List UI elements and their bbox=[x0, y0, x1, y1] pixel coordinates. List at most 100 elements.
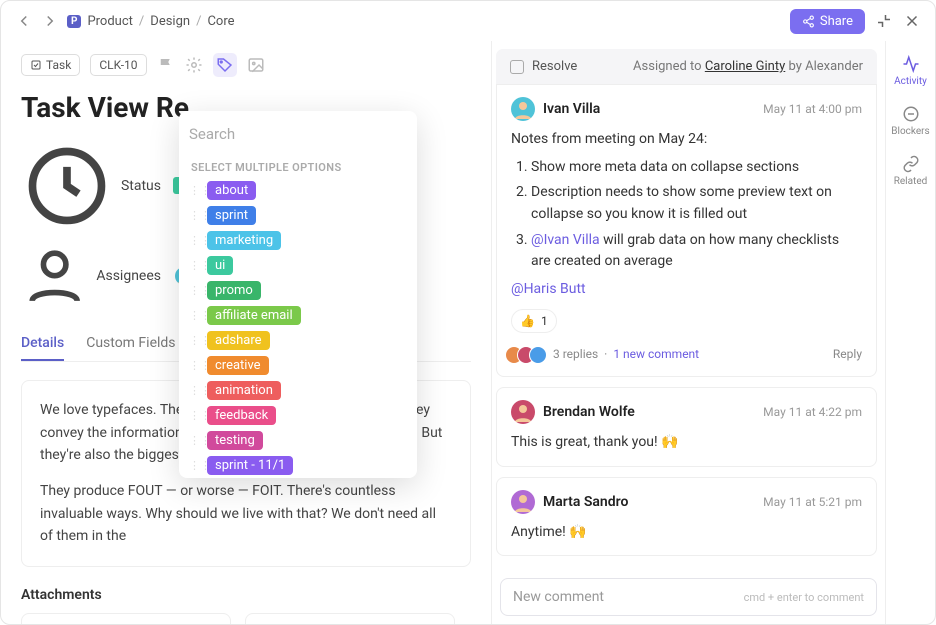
collapse-icon[interactable] bbox=[875, 12, 893, 30]
new-comment-count[interactable]: 1 new comment bbox=[613, 345, 699, 364]
mention[interactable]: @Haris Butt bbox=[511, 279, 862, 301]
assigned-to-name[interactable]: Caroline Ginty bbox=[705, 59, 785, 74]
tag-label: creative bbox=[207, 356, 269, 375]
tag-option[interactable]: ⋮⋮ ui bbox=[179, 253, 417, 278]
topbar: P Product / Design / Core Share bbox=[1, 1, 935, 41]
rail-blockers[interactable]: Blockers bbox=[891, 105, 929, 137]
comments-panel: Resolve Assigned to Caroline Ginty by Al… bbox=[491, 41, 885, 624]
reaction-emoji: 👍 bbox=[520, 312, 535, 331]
comments-list: Ivan Villa May 11 at 4:00 pm Notes from … bbox=[492, 85, 885, 570]
comment: Marta Sandro May 11 at 5:21 pm Anytime! … bbox=[496, 477, 877, 557]
tag-option[interactable]: ⋮⋮adshare bbox=[179, 328, 417, 353]
tag-label: testing bbox=[207, 431, 263, 450]
rail-label: Blockers bbox=[891, 126, 929, 137]
share-label: Share bbox=[820, 14, 853, 29]
comment: Ivan Villa May 11 at 4:00 pm Notes from … bbox=[496, 85, 877, 377]
resolve-checkbox[interactable] bbox=[510, 60, 524, 74]
list-item: @Ivan Villa will grab data on how many c… bbox=[531, 230, 862, 273]
drag-handle-icon[interactable]: ⋮⋮ bbox=[189, 334, 199, 347]
tag-option[interactable]: ⋮⋮ promo bbox=[179, 278, 417, 303]
breadcrumb: P Product / Design / Core bbox=[67, 14, 235, 29]
tag-option[interactable]: ⋮⋮ testing bbox=[179, 428, 417, 453]
tag-label: promo bbox=[207, 281, 261, 300]
close-icon[interactable] bbox=[903, 12, 921, 30]
tag-option[interactable]: ⋮⋮ affiliate email bbox=[179, 303, 417, 328]
tag-label: feedback bbox=[207, 406, 276, 425]
drag-handle-icon[interactable]: ⋮⋮ bbox=[189, 359, 199, 372]
drag-handle-icon[interactable]: ⋮⋮ bbox=[189, 184, 199, 197]
attachment-placeholder[interactable] bbox=[21, 613, 231, 624]
drag-handle-icon[interactable]: ⋮⋮ bbox=[189, 284, 199, 297]
drag-handle-icon[interactable]: ⋮⋮ bbox=[189, 234, 199, 247]
tab-custom-fields[interactable]: Custom Fields bbox=[86, 327, 175, 361]
status-label: Status bbox=[121, 178, 161, 194]
tag-dropdown: SELECT MULTIPLE OPTIONS ⋮⋮about⋮⋮sprint⋮… bbox=[179, 111, 417, 478]
new-comment-placeholder: New comment bbox=[513, 589, 604, 605]
attachment-placeholder[interactable] bbox=[245, 613, 455, 624]
share-button[interactable]: Share bbox=[790, 9, 865, 34]
comments-header: Resolve Assigned to Caroline Ginty by Al… bbox=[496, 49, 877, 85]
task-type-chip[interactable]: Task bbox=[21, 54, 80, 76]
tag-option[interactable]: ⋮⋮ sprint - 11/1 bbox=[179, 453, 417, 478]
topbar-left: P Product / Design / Core bbox=[15, 12, 235, 30]
tag-option[interactable]: ⋮⋮ feedback bbox=[179, 403, 417, 428]
comment-intro: Notes from meeting on May 24: bbox=[511, 129, 862, 151]
task-id-chip[interactable]: CLK-10 bbox=[90, 54, 146, 76]
rail-label: Activity bbox=[894, 76, 927, 87]
breadcrumb-badge: P bbox=[67, 15, 81, 28]
assignees-label: Assignees bbox=[96, 268, 161, 284]
breadcrumb-item[interactable]: Product bbox=[87, 14, 132, 29]
dropdown-heading: SELECT MULTIPLE OPTIONS bbox=[179, 157, 417, 178]
tag-option[interactable]: ⋮⋮sprint bbox=[179, 203, 417, 228]
list-item: Show more meta data on collapse sections bbox=[531, 157, 862, 179]
comment: Brendan Wolfe May 11 at 4:22 pm This is … bbox=[496, 387, 877, 467]
image-icon[interactable] bbox=[247, 56, 265, 74]
new-comment-hint: cmd + enter to comment bbox=[744, 591, 864, 604]
drag-handle-icon[interactable]: ⋮⋮ bbox=[189, 209, 199, 222]
drag-handle-icon[interactable]: ⋮⋮ bbox=[189, 384, 199, 397]
avatar bbox=[511, 97, 535, 121]
replies-count[interactable]: 3 replies bbox=[553, 345, 598, 364]
drag-handle-icon[interactable]: ⋮⋮ bbox=[189, 309, 199, 322]
side-rail: Activity Blockers Related bbox=[885, 41, 935, 624]
drag-handle-icon[interactable]: ⋮⋮ bbox=[189, 459, 199, 472]
blockers-icon bbox=[902, 105, 920, 123]
comment-time: May 11 at 4:22 pm bbox=[763, 405, 862, 419]
mention[interactable]: @Ivan Villa bbox=[531, 232, 600, 248]
flag-icon[interactable] bbox=[157, 56, 175, 74]
breadcrumb-item[interactable]: Core bbox=[207, 14, 234, 29]
reaction-count: 1 bbox=[541, 312, 548, 331]
main-panel: Task CLK-10 Task View Re Status OPE Assi… bbox=[1, 41, 491, 624]
comment-body: Anytime! 🙌 bbox=[511, 522, 862, 544]
drag-handle-icon[interactable]: ⋮⋮ bbox=[189, 259, 199, 272]
task-type-label: Task bbox=[46, 58, 71, 72]
tag-option[interactable]: ⋮⋮about bbox=[179, 178, 417, 203]
tag-search-input[interactable] bbox=[189, 121, 407, 147]
tag-label: sprint - 11/1 bbox=[207, 456, 293, 475]
rail-related[interactable]: Related bbox=[894, 155, 928, 187]
assigned-by-name: Alexander bbox=[805, 59, 863, 74]
reaction[interactable]: 👍 1 bbox=[511, 309, 557, 334]
rail-label: Related bbox=[894, 176, 928, 187]
tag-icon[interactable] bbox=[213, 53, 237, 77]
tag-label: affiliate email bbox=[207, 306, 301, 325]
rail-activity[interactable]: Activity bbox=[894, 55, 927, 87]
tag-option[interactable]: ⋮⋮ creative bbox=[179, 353, 417, 378]
gear-icon[interactable] bbox=[185, 56, 203, 74]
comment-time: May 11 at 4:00 pm bbox=[763, 102, 862, 116]
tag-label: animation bbox=[207, 381, 281, 400]
tag-option[interactable]: ⋮⋮ animation bbox=[179, 378, 417, 403]
nav-forward-icon[interactable] bbox=[41, 12, 59, 30]
tag-label: ui bbox=[207, 256, 233, 275]
reply-button[interactable]: Reply bbox=[833, 345, 862, 364]
drag-handle-icon[interactable]: ⋮⋮ bbox=[189, 409, 199, 422]
nav-back-icon[interactable] bbox=[15, 12, 33, 30]
breadcrumb-item[interactable]: Design bbox=[150, 14, 190, 29]
tag-option[interactable]: ⋮⋮marketing bbox=[179, 228, 417, 253]
attachments-heading: Attachments bbox=[21, 587, 471, 603]
attachments-row bbox=[21, 613, 471, 624]
new-comment-input[interactable]: New comment cmd + enter to comment bbox=[500, 578, 877, 616]
comment-time: May 11 at 5:21 pm bbox=[763, 495, 862, 509]
tab-details[interactable]: Details bbox=[21, 327, 64, 361]
drag-handle-icon[interactable]: ⋮⋮ bbox=[189, 434, 199, 447]
